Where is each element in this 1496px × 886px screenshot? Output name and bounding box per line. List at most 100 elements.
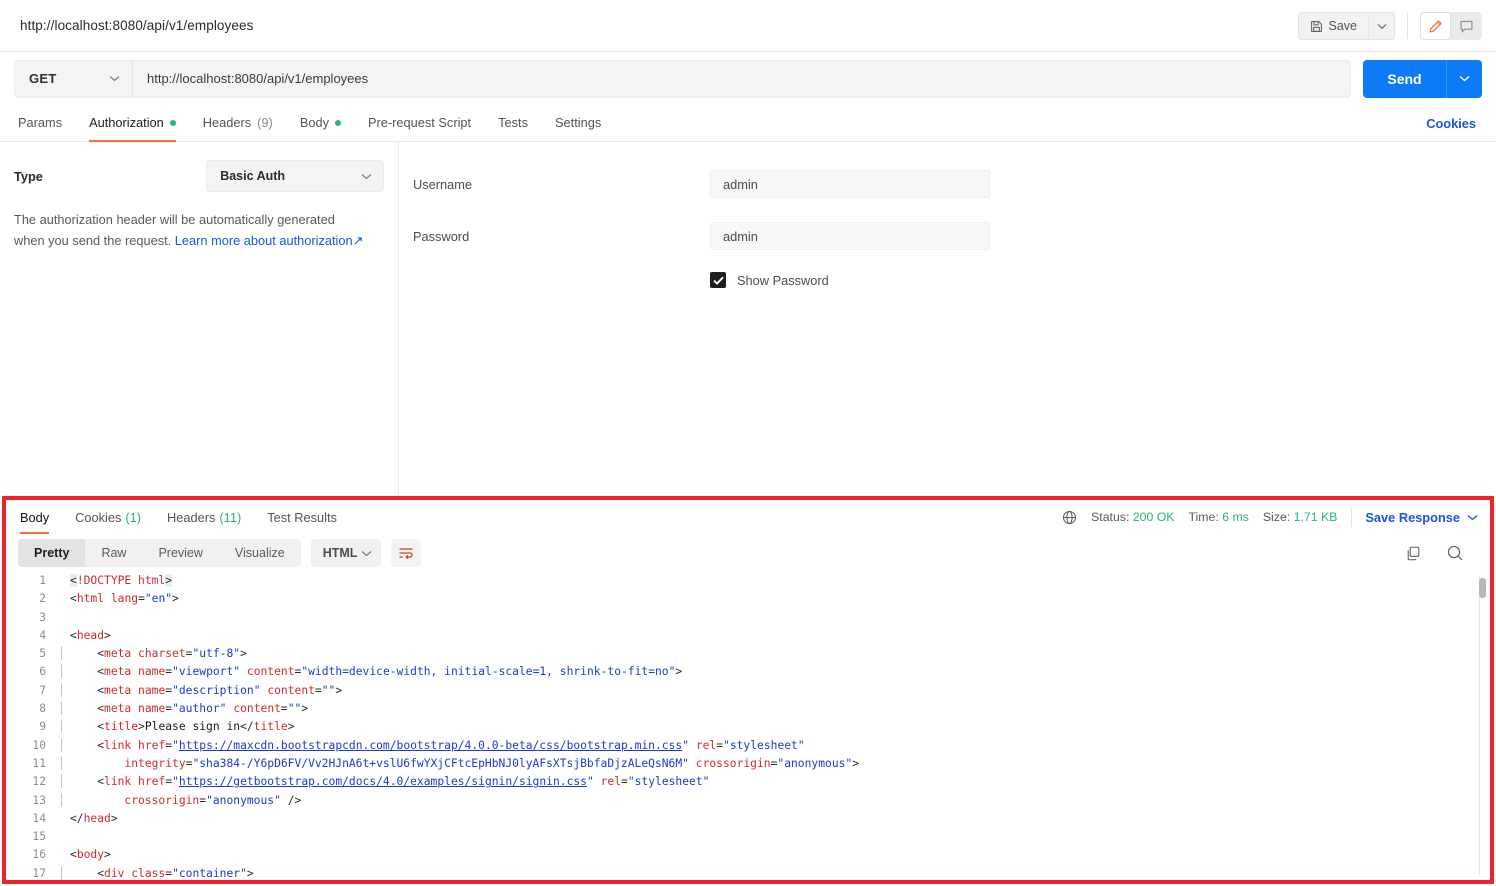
view-mode-preview[interactable]: Preview <box>142 539 218 567</box>
line-number: 6 <box>39 665 46 679</box>
view-mode-pretty[interactable]: Pretty <box>18 539 86 567</box>
fold-guide <box>58 609 70 627</box>
code-content: crossorigin="anonymous" /> <box>124 793 302 807</box>
globe-icon <box>1062 510 1077 525</box>
code-line: 8 │ <meta name="author" content=""> <box>6 700 1490 718</box>
response-tab-body-label: Body <box>20 509 50 525</box>
chevron-down-icon <box>361 550 372 557</box>
response-format-value: HTML <box>322 546 358 560</box>
edit-pencil-button[interactable] <box>1420 12 1451 40</box>
show-password-label: Show Password <box>737 272 829 288</box>
send-button-group: Send <box>1363 59 1482 98</box>
line-number: 5 <box>39 647 46 661</box>
username-input[interactable]: admin <box>710 170 990 198</box>
fold-guide: │ <box>58 683 65 697</box>
code-line: 15 <box>6 828 1490 846</box>
auth-type-value: Basic Auth <box>220 169 286 183</box>
save-options-caret[interactable] <box>1368 12 1395 40</box>
auth-type-row: Type Basic Auth <box>0 142 398 192</box>
response-format-select[interactable]: HTML <box>310 539 381 567</box>
code-line: 10 │ <link href="https://maxcdn.bootstrap… <box>6 737 1490 755</box>
auth-help-note: The authorization header will be automat… <box>0 192 398 251</box>
auth-type-select[interactable]: Basic Auth <box>206 160 384 192</box>
line-number: 2 <box>39 592 46 606</box>
word-wrap-toggle[interactable] <box>390 539 421 567</box>
search-icon[interactable] <box>1446 544 1464 562</box>
show-password-checkbox[interactable] <box>710 272 726 288</box>
auth-learn-more-link[interactable]: Learn more about authorization <box>175 233 353 248</box>
tab-body[interactable]: Body <box>300 104 341 142</box>
copy-icon[interactable] <box>1405 545 1422 562</box>
tab-headers[interactable]: Headers (9) <box>203 104 273 142</box>
tab-settings[interactable]: Settings <box>555 104 601 142</box>
http-method-select[interactable]: GET <box>15 60 133 97</box>
code-line: 12 │ <link href="https://getbootstrap.com… <box>6 773 1490 791</box>
tab-pre-request-script-label: Pre-request Script <box>367 115 472 130</box>
cookies-link[interactable]: Cookies <box>1426 104 1476 142</box>
comment-button[interactable] <box>1451 12 1482 40</box>
response-tool-icons <box>1405 534 1464 572</box>
save-button-group: Save <box>1297 12 1395 40</box>
save-button[interactable]: Save <box>1297 12 1368 40</box>
code-content: <head> <box>70 628 111 642</box>
code-scrollbar-track[interactable] <box>1479 576 1486 876</box>
fold-guide <box>58 590 70 608</box>
fold-guide: │ <box>58 720 65 734</box>
response-tab-headers[interactable]: Headers (11) <box>167 500 241 534</box>
save-response-button[interactable]: Save Response <box>1365 510 1478 525</box>
request-name-bar: http://localhost:8080/api/v1/employees S… <box>0 0 1496 52</box>
response-tab-test-results[interactable]: Test Results <box>267 500 337 534</box>
authorization-panel: Type Basic Auth The authorization header… <box>0 142 1496 495</box>
tab-headers-label: Headers <box>202 115 252 130</box>
external-link-arrow-icon: ↗ <box>352 232 364 248</box>
time-value: 6 ms <box>1222 510 1249 524</box>
auth-type-column: Type Basic Auth The authorization header… <box>0 142 399 495</box>
fold-guide <box>58 627 70 645</box>
word-wrap-icon <box>398 546 414 560</box>
status-value: 200 OK <box>1132 510 1175 524</box>
checkmark-icon <box>712 276 724 285</box>
code-scrollbar-thumb[interactable] <box>1479 578 1486 598</box>
password-input[interactable]: admin <box>710 222 990 250</box>
tab-tests-label: Tests <box>498 115 528 130</box>
status-label: Status: <box>1091 510 1130 524</box>
code-line: 17 │ <div class="container"> <box>6 865 1490 880</box>
size-value: 1.71 KB <box>1293 510 1338 524</box>
code-line: 9 │ <title>Please sign in</title> <box>6 718 1490 736</box>
response-tab-body[interactable]: Body <box>20 500 50 534</box>
response-body-code-viewer[interactable]: 1 <!DOCTYPE html> 2 <html lang="en"> 3 4 <… <box>6 572 1490 880</box>
view-mode-raw[interactable]: Raw <box>85 539 142 567</box>
tab-params[interactable]: Params <box>18 104 62 142</box>
line-number: 8 <box>39 702 46 716</box>
postman-window: http://localhost:8080/api/v1/employees S… <box>0 0 1496 886</box>
body-status-dot <box>334 119 341 126</box>
send-button[interactable]: Send <box>1363 59 1446 98</box>
line-number: 16 <box>32 848 46 862</box>
code-line: 1 <!DOCTYPE html> <box>6 572 1490 590</box>
code-content: <div class="container"> <box>70 866 254 880</box>
line-number: 4 <box>39 628 46 642</box>
tab-pre-request-script[interactable]: Pre-request Script <box>368 104 471 142</box>
fold-guide <box>58 572 70 590</box>
send-options-caret[interactable] <box>1446 59 1482 98</box>
code-line: 14 </head> <box>6 810 1490 828</box>
tab-tests[interactable]: Tests <box>498 104 528 142</box>
username-label: Username <box>413 176 473 192</box>
fold-guide: │ <box>58 793 65 807</box>
tab-headers-count: (9) <box>257 115 273 130</box>
method-url-group: GET http://localhost:8080/api/v1/employe… <box>14 59 1351 98</box>
save-button-label: Save <box>1328 19 1358 33</box>
line-number: 15 <box>32 830 46 844</box>
response-tab-cookies[interactable]: Cookies (1) <box>75 500 141 534</box>
code-content: integrity="sha384-/Y6pD6FV/Vv2HJnA6t+vsl… <box>124 756 860 770</box>
code-content: </head> <box>70 811 118 825</box>
size-label: Size: <box>1262 510 1291 524</box>
status-block: Status: 200 OK <box>1091 510 1174 524</box>
view-mode-visualize[interactable]: Visualize <box>219 539 301 567</box>
line-number: 11 <box>32 756 46 770</box>
code-line: 3 <box>6 609 1490 627</box>
response-tab-headers-label: Headers <box>167 509 216 525</box>
tab-authorization[interactable]: Authorization <box>89 104 176 142</box>
url-input[interactable]: http://localhost:8080/api/v1/employees <box>133 61 1350 97</box>
fold-guide <box>58 846 70 864</box>
